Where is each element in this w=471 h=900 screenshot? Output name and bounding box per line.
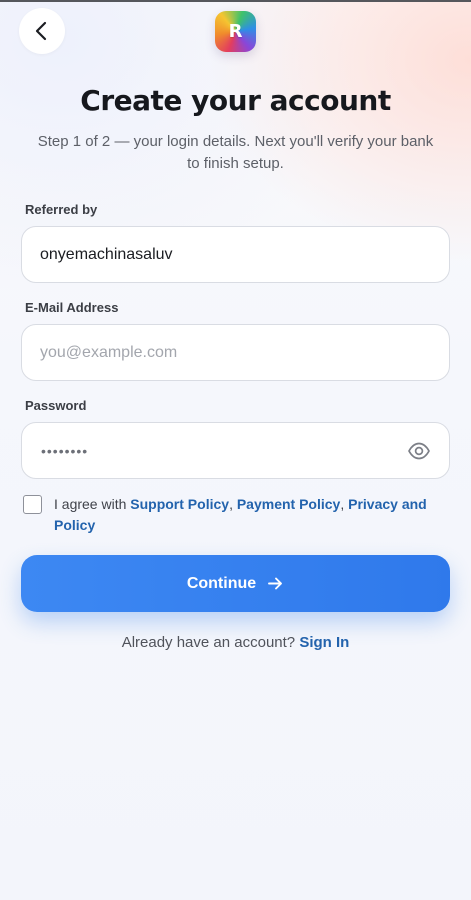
referred-by-input[interactable] — [40, 227, 400, 282]
eye-icon[interactable] — [407, 439, 431, 463]
password-label: Password — [25, 398, 87, 413]
page-subtitle: Step 1 of 2 — your login details. Next y… — [37, 133, 434, 172]
support-policy-link[interactable]: Support Policy — [130, 496, 229, 512]
email-field[interactable] — [21, 324, 450, 381]
status-bar-line — [0, 0, 471, 2]
signin-row: Already have an account? Sign In — [0, 634, 471, 651]
signin-prompt: Already have an account? — [121, 634, 300, 651]
arrow-right-icon — [267, 575, 284, 592]
continue-button[interactable]: Continue — [21, 555, 450, 612]
sign-in-link[interactable]: Sign In — [299, 634, 349, 651]
app-logo: R — [215, 11, 256, 52]
back-button[interactable] — [19, 8, 65, 54]
referred-by-label: Referred by — [25, 202, 98, 217]
chevron-left-icon — [35, 21, 47, 41]
password-masked-value[interactable]: •••••••• — [41, 423, 88, 478]
password-field[interactable]: •••••••• — [21, 422, 450, 479]
email-input[interactable] — [40, 325, 400, 380]
agree-checkbox[interactable] — [23, 495, 42, 514]
email-label: E-Mail Address — [25, 300, 119, 315]
referred-by-field[interactable] — [21, 226, 450, 283]
page-title: Create your account — [80, 84, 391, 117]
logo-letter: R — [228, 21, 243, 42]
continue-label: Continue — [186, 574, 257, 592]
agreement-text: I agree with Support Policy, Payment Pol… — [54, 494, 444, 536]
payment-policy-link[interactable]: Payment Policy — [237, 496, 341, 512]
agreement-prefix: I agree with — [54, 496, 131, 512]
agreement-separator: , — [340, 496, 349, 512]
agreement-separator: , — [229, 496, 237, 512]
